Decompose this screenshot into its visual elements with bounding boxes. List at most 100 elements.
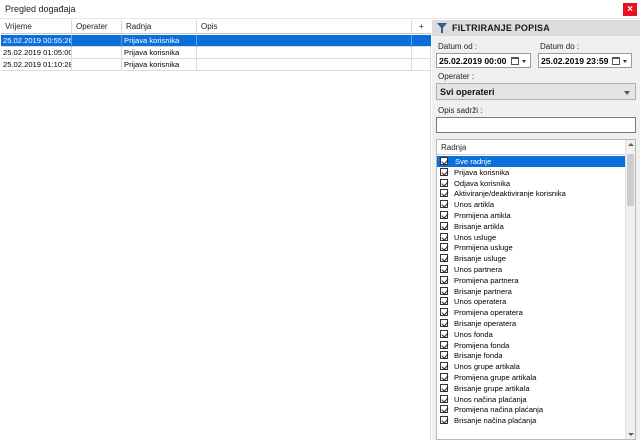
operater-select[interactable]: Svi operateri	[436, 83, 636, 100]
column-header-opis[interactable]: Opis	[197, 20, 412, 34]
radnja-scrollbar[interactable]	[625, 140, 635, 439]
checkbox[interactable]	[440, 189, 448, 198]
radnja-list-item[interactable]: Promijena usluge	[437, 242, 625, 253]
radnja-list-item[interactable]: Unos artikla	[437, 199, 625, 210]
column-header-radnja[interactable]: Radnja	[122, 20, 197, 34]
checkbox[interactable]	[440, 243, 448, 252]
radnja-list-item[interactable]: Promijena partnera	[437, 275, 625, 286]
radnja-item-label: Unos grupe artikala	[454, 362, 520, 372]
scroll-down-icon[interactable]	[628, 433, 634, 436]
checkbox[interactable]	[440, 275, 448, 284]
table-row[interactable]: 25.02.2019 01:10:28 Prijava korisnika	[1, 59, 431, 71]
radnja-list-item[interactable]: Aktiviranje/deaktiviranje korisnika	[437, 188, 625, 199]
chevron-down-icon[interactable]	[623, 60, 627, 63]
table-cell-operater	[72, 59, 122, 71]
checkbox[interactable]	[440, 254, 448, 263]
radnja-list-item[interactable]: Unos usluge	[437, 232, 625, 243]
radnja-list-item[interactable]: Brisanje usluge	[437, 253, 625, 264]
datum-od-value: 25.02.2019 00:00	[439, 56, 507, 66]
radnja-item-label: Promijena partnera	[454, 275, 519, 285]
table-cell-radnja: Prijava korisnika	[122, 35, 197, 47]
grid-header: Vrijeme Operater Radnja Opis +	[1, 20, 431, 34]
checkbox[interactable]	[440, 351, 448, 360]
calendar-icon[interactable]	[511, 57, 519, 65]
filter-panel-title: FILTRIRANJE POPISA	[452, 23, 550, 33]
scroll-up-icon[interactable]	[628, 143, 634, 146]
opis-input[interactable]	[436, 117, 636, 133]
checkbox[interactable]	[440, 286, 448, 295]
checkbox[interactable]	[440, 167, 448, 176]
radnja-list-item[interactable]: Promijena operatera	[437, 307, 625, 318]
calendar-icon[interactable]	[612, 57, 620, 65]
operater-label: Operater :	[438, 72, 475, 81]
column-chooser-button[interactable]: +	[412, 20, 431, 34]
radnja-list-item[interactable]: Unos operatera	[437, 296, 625, 307]
radnja-list-item[interactable]: Unos načina plaćanja	[437, 394, 625, 405]
radnja-list-item[interactable]: Brisanje fonda	[437, 350, 625, 361]
radnja-list-item[interactable]: Brisanje partnera	[437, 286, 625, 297]
opis-label: Opis sadrži :	[438, 106, 483, 115]
checkbox[interactable]	[440, 157, 448, 165]
radnja-list-item[interactable]: Unos partnera	[437, 264, 625, 275]
scrollbar-thumb[interactable]	[627, 154, 634, 206]
datum-do-picker[interactable]: 25.02.2019 23:59	[538, 53, 632, 68]
radnja-list-item[interactable]: Brisanje operatera	[437, 318, 625, 329]
table-cell-opis	[197, 47, 412, 59]
table-cell	[412, 35, 431, 47]
radnja-list-item[interactable]: Sve radnje	[437, 156, 625, 167]
table-cell	[412, 47, 431, 59]
operater-value: Svi operateri	[440, 87, 495, 97]
checkbox[interactable]	[440, 211, 448, 219]
radnja-list: Radnja Sve radnje Prijava korisnika Odjava…	[436, 139, 636, 440]
radnja-list-item[interactable]: Unos fonda	[437, 329, 625, 340]
radnja-item-label: Unos operatera	[454, 297, 507, 307]
table-cell-vrijeme: 25.02.2019 01:05:00	[3, 47, 72, 59]
radnja-list-item[interactable]: Brisanje grupe artikala	[437, 383, 625, 394]
checkbox[interactable]	[440, 265, 448, 273]
close-button[interactable]: ×	[623, 3, 637, 16]
chevron-down-icon[interactable]	[624, 91, 630, 95]
checkbox[interactable]	[440, 297, 448, 306]
table-cell-operater	[72, 35, 122, 47]
column-header-operater[interactable]: Operater	[72, 20, 122, 34]
table-cell-vrijeme: 25.02.2019 01:10:28	[3, 59, 72, 71]
radnja-list-item[interactable]: Brisanje načina plaćanja	[437, 415, 625, 426]
radnja-list-header: Radnja	[437, 140, 625, 155]
chevron-down-icon[interactable]	[522, 60, 526, 63]
table-cell-vrijeme: 25.02.2019 00:55:26	[3, 35, 72, 47]
filter-panel-header: FILTRIRANJE POPISA	[432, 20, 640, 36]
checkbox[interactable]	[440, 200, 448, 209]
radnja-list-item[interactable]: Promijena fonda	[437, 340, 625, 351]
filter-panel: FILTRIRANJE POPISA Datum od : 25.02.2019…	[432, 20, 640, 440]
radnja-list-item[interactable]: Odjava korisnika	[437, 178, 625, 189]
radnja-list-item[interactable]: Promijena načina plaćanja	[437, 404, 625, 415]
radnja-list-item[interactable]: Unos grupe artikala	[437, 361, 625, 372]
checkbox[interactable]	[440, 383, 448, 392]
table-cell-radnja: Prijava korisnika	[122, 47, 197, 59]
radnja-item-label: Promijena fonda	[454, 340, 510, 350]
checkbox[interactable]	[440, 373, 448, 381]
checkbox[interactable]	[440, 178, 448, 187]
table-row[interactable]: 25.02.2019 00:55:26 Prijava korisnika	[1, 35, 431, 47]
checkbox[interactable]	[440, 232, 448, 241]
checkbox[interactable]	[440, 362, 448, 371]
checkbox[interactable]	[440, 405, 448, 414]
table-row[interactable]: 25.02.2019 01:05:00 Prijava korisnika	[1, 47, 431, 59]
radnja-item-label: Unos fonda	[454, 329, 493, 339]
checkbox[interactable]	[440, 308, 448, 317]
radnja-item-label: Brisanje načina plaćanja	[454, 416, 537, 426]
datum-od-picker[interactable]: 25.02.2019 00:00	[436, 53, 531, 68]
radnja-item-label: Promijena operatera	[454, 308, 523, 318]
radnja-list-item[interactable]: Promijena artikla	[437, 210, 625, 221]
checkbox[interactable]	[440, 416, 448, 425]
radnja-list-item[interactable]: Brisanje artikla	[437, 221, 625, 232]
checkbox[interactable]	[440, 394, 448, 403]
column-header-vrijeme[interactable]: Vrijeme	[1, 20, 72, 34]
radnja-list-item[interactable]: Promijena grupe artikala	[437, 372, 625, 383]
checkbox[interactable]	[440, 340, 448, 349]
checkbox[interactable]	[440, 221, 448, 230]
checkbox[interactable]	[440, 329, 448, 338]
checkbox[interactable]	[440, 319, 448, 327]
table-cell-opis	[197, 59, 412, 71]
radnja-list-item[interactable]: Prijava korisnika	[437, 167, 625, 178]
